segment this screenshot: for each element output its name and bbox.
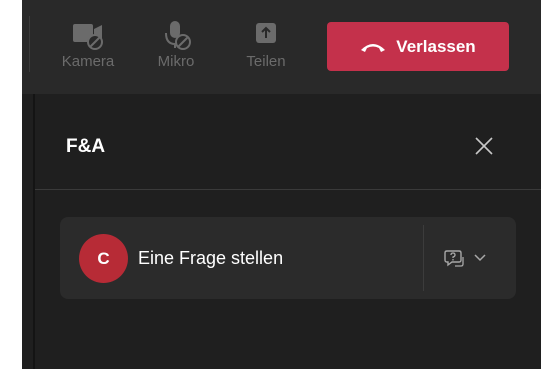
camera-label: Kamera — [61, 53, 115, 70]
panel-edge — [33, 94, 35, 369]
question-type-dropdown[interactable] — [444, 245, 496, 271]
leave-label: Verlassen — [396, 36, 476, 56]
question-bubble-icon — [444, 250, 464, 267]
camera-off-icon — [73, 24, 103, 50]
mic-label: Mikro — [157, 53, 195, 70]
toolbar-divider — [29, 16, 30, 72]
share-button[interactable]: Teilen — [236, 20, 296, 70]
ask-question-card: C Eine Frage stellen — [60, 217, 516, 299]
panel-title: F&A — [66, 136, 106, 157]
hang-up-icon — [361, 43, 386, 52]
close-icon — [475, 137, 493, 155]
ask-question-input[interactable]: Eine Frage stellen — [138, 248, 283, 269]
chevron-down-icon — [474, 254, 486, 262]
leave-button[interactable]: Verlassen — [327, 22, 509, 71]
mic-button[interactable]: Mikro — [146, 20, 206, 70]
card-divider — [423, 225, 424, 291]
avatar-initial: C — [97, 248, 110, 268]
share-label: Teilen — [246, 53, 286, 70]
window-edge — [0, 0, 22, 369]
share-upload-icon — [256, 23, 276, 43]
camera-button[interactable]: Kamera — [58, 20, 118, 70]
header-divider — [35, 189, 541, 190]
close-button[interactable] — [471, 133, 497, 159]
mic-off-icon — [165, 21, 191, 50]
avatar: C — [79, 234, 128, 283]
